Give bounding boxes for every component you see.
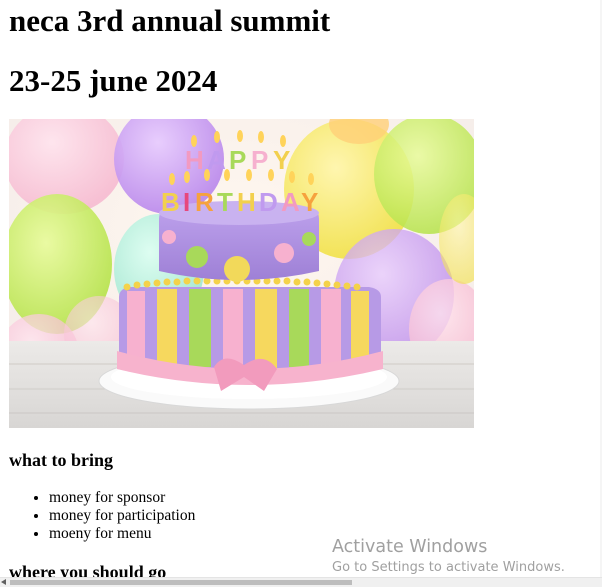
list-item: money for sponsor bbox=[49, 489, 195, 507]
svg-text:B: B bbox=[161, 187, 180, 217]
svg-text:T: T bbox=[217, 187, 233, 217]
svg-text:I: I bbox=[183, 187, 190, 217]
what-to-bring-heading: what to bring bbox=[9, 450, 114, 470]
svg-text:H: H bbox=[237, 187, 256, 217]
list-item: moeny for menu bbox=[49, 525, 195, 543]
activate-windows-watermark: Activate Windows Go to Settings to activ… bbox=[332, 536, 565, 577]
svg-text:Y: Y bbox=[301, 187, 318, 217]
watermark-subtitle: Go to Settings to activate Windows. bbox=[332, 560, 565, 575]
svg-text:D: D bbox=[259, 187, 278, 217]
list-item: money for participation bbox=[49, 507, 195, 525]
svg-text:P: P bbox=[229, 145, 246, 175]
svg-text:Y: Y bbox=[273, 145, 290, 175]
page-title: neca 3rd annual summit bbox=[9, 3, 331, 38]
birthday-cake-image: H A P P Y B I R T H D A Y bbox=[9, 119, 474, 428]
svg-text:R: R bbox=[195, 187, 214, 217]
scroll-left-arrow-icon[interactable] bbox=[1, 579, 6, 585]
svg-text:P: P bbox=[251, 145, 268, 175]
watermark-title: Activate Windows bbox=[332, 537, 488, 557]
svg-text:A: A bbox=[207, 145, 226, 175]
scrollbar-thumb[interactable] bbox=[10, 580, 352, 585]
bring-list: money for sponsor money for participatio… bbox=[9, 489, 195, 543]
event-date-heading: 23-25 june 2024 bbox=[9, 63, 218, 98]
svg-text:A: A bbox=[281, 187, 300, 217]
svg-text:H: H bbox=[185, 145, 204, 175]
